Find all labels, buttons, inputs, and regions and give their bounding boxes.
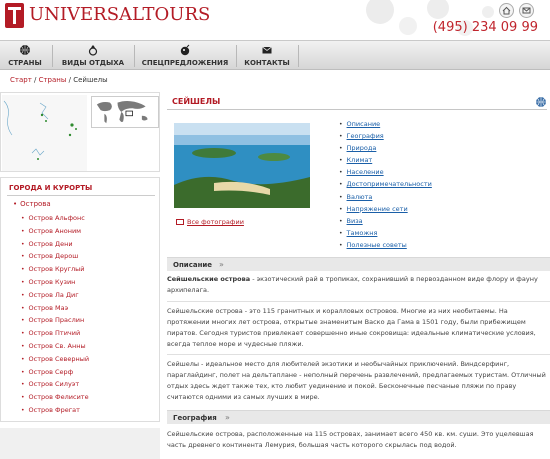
nav-divider <box>298 45 299 67</box>
nav-countries[interactable]: СТРАНЫ <box>4 41 46 71</box>
breadcrumb-start[interactable]: Старт <box>10 76 32 84</box>
topic-link[interactable]: Полезные советы <box>347 241 407 249</box>
page-title: СЕЙШЕЛЫ <box>172 97 221 106</box>
city-link[interactable]: Остров Птичий <box>21 329 89 342</box>
city-link[interactable]: Остров Маэ <box>21 304 89 317</box>
geography-paragraph: Сейшельские острова, расположенные на 11… <box>167 430 534 449</box>
nav-vacation-types-label: ВИДЫ ОТДЫХА <box>61 59 125 67</box>
cities-title: ГОРОДА И КУРОРТЫ <box>9 184 93 192</box>
description-paragraph: Сейшельские острова - экзотический рай в… <box>167 274 548 296</box>
topic-link[interactable]: Население <box>347 168 384 176</box>
double-chevron-icon: » <box>225 413 230 422</box>
topic-link[interactable]: Описание <box>347 120 381 128</box>
nav-divider <box>52 45 53 67</box>
nav-special-offers[interactable]: СПЕЦПРЕДЛОЖЕНИЯ <box>140 41 230 71</box>
logo-icon[interactable] <box>5 3 24 28</box>
topic-link[interactable]: Валюта <box>347 193 373 201</box>
section-header-geography: География » <box>167 410 550 424</box>
city-link[interactable]: Остров Круглый <box>21 265 89 278</box>
topic-item: Напряжение сети <box>339 205 432 217</box>
topic-item: Достопримечательности <box>339 180 432 192</box>
nav-contacts[interactable]: КОНТАКТЫ <box>242 41 292 71</box>
basketball-icon <box>20 45 30 55</box>
nav-special-offers-label: СПЕЦПРЕДЛОЖЕНИЯ <box>141 59 229 67</box>
bomb-icon <box>180 44 190 56</box>
topic-item: Валюта <box>339 193 432 205</box>
cities-panel: ГОРОДА И КУРОРТЫ Острова Остров Альфонс … <box>0 177 160 422</box>
section-header-description: Описание » <box>167 257 550 271</box>
site-header: UNIVERSALTOURS (495) 234 09 99 <box>0 0 550 40</box>
description-paragraph: Сейшельские острова - это 115 гранитных … <box>167 307 536 348</box>
city-link[interactable]: Остров Фрегат <box>21 406 89 419</box>
city-link[interactable]: Остров Серф <box>21 368 89 381</box>
city-link[interactable]: Остров Кузин <box>21 278 89 291</box>
topic-item: География <box>339 132 432 144</box>
breadcrumb-current: Сейшелы <box>73 76 108 84</box>
divider <box>167 301 550 302</box>
home-icon[interactable] <box>499 3 514 18</box>
city-link[interactable]: Остров Силуэт <box>21 380 89 393</box>
section-title: География <box>173 414 217 422</box>
topic-item: Природа <box>339 144 432 156</box>
city-list: Остров Альфонс Остров Аноним Остров Дени… <box>21 214 90 419</box>
phone-number: (495) 234 09 99 <box>432 20 538 35</box>
topic-link[interactable]: Природа <box>347 144 377 152</box>
description-paragraph: Сейшелы - идеальное место для любителей … <box>167 360 546 401</box>
city-link[interactable]: Остров Фелисите <box>21 393 89 406</box>
topic-link[interactable]: Достопримечательности <box>347 180 432 188</box>
region-link-islands[interactable]: Острова <box>13 200 51 208</box>
main-nav: СТРАНЫ ВИДЫ ОТДЫХА СПЕЦПРЕДЛОЖЕНИЯ КОНТА… <box>0 40 550 70</box>
mail-icon[interactable] <box>519 3 534 18</box>
envelope-icon <box>262 46 272 54</box>
topic-link[interactable]: Напряжение сети <box>347 205 408 213</box>
all-photos-link[interactable]: Все фотографии <box>176 218 244 226</box>
city-link[interactable]: Остров Северный <box>21 355 90 368</box>
divider <box>7 195 155 196</box>
brand-logo-text[interactable]: UNIVERSALTOURS <box>29 4 210 25</box>
world-overview-map[interactable] <box>91 96 159 128</box>
topic-item: Виза <box>339 217 432 229</box>
ring-icon <box>88 45 98 56</box>
islands-map[interactable] <box>2 95 87 171</box>
topic-list: Описание География Природа Климат Населе… <box>339 120 432 253</box>
nav-vacation-types[interactable]: ВИДЫ ОТДЫХА <box>58 41 128 71</box>
sidebar-footer <box>0 428 160 459</box>
location-map-panel <box>0 92 160 172</box>
basketball-icon <box>536 97 546 107</box>
description-bold-lead: Сейшельские острова <box>167 275 251 283</box>
breadcrumb-separator: / <box>31 76 39 84</box>
city-link[interactable]: Остров Альфонс <box>21 214 89 227</box>
divider <box>167 354 550 355</box>
seychelles-photo[interactable] <box>174 123 310 208</box>
city-link[interactable]: Остров Ла Диг <box>21 291 89 304</box>
all-photos-label: Все фотографии <box>187 218 244 226</box>
topic-item: Население <box>339 168 432 180</box>
topic-item: Полезные советы <box>339 241 432 253</box>
nav-contacts-label: КОНТАКТЫ <box>244 59 290 67</box>
topic-link[interactable]: География <box>347 132 384 140</box>
main-content: СЕЙШЕЛЫ Все фотографии Описание Географи… <box>167 96 550 459</box>
left-sidebar: ГОРОДА И КУРОРТЫ Острова Остров Альфонс … <box>0 92 160 459</box>
topic-item: Таможня <box>339 229 432 241</box>
page-title-bar: СЕЙШЕЛЫ <box>167 96 547 110</box>
nav-countries-label: СТРАНЫ <box>8 59 42 67</box>
section-title: Описание <box>173 261 213 269</box>
breadcrumb: Старт / Страны / Сейшелы <box>10 76 108 84</box>
topic-item: Климат <box>339 156 432 168</box>
double-chevron-icon: » <box>219 260 224 269</box>
city-link[interactable]: Остров Дерош <box>21 252 89 265</box>
camera-icon <box>176 219 184 225</box>
city-link[interactable]: Остров Аноним <box>21 227 89 240</box>
city-link[interactable]: Остров Св. Анны <box>21 342 89 355</box>
breadcrumb-countries[interactable]: Страны <box>39 76 67 84</box>
city-link[interactable]: Остров Праслин <box>21 316 89 329</box>
nav-divider <box>236 45 237 67</box>
topic-link[interactable]: Виза <box>347 217 363 225</box>
city-link[interactable]: Остров Дени <box>21 240 89 253</box>
nav-divider <box>134 45 135 67</box>
topic-item: Описание <box>339 120 432 132</box>
topic-link[interactable]: Климат <box>347 156 373 164</box>
topic-link[interactable]: Таможня <box>347 229 378 237</box>
